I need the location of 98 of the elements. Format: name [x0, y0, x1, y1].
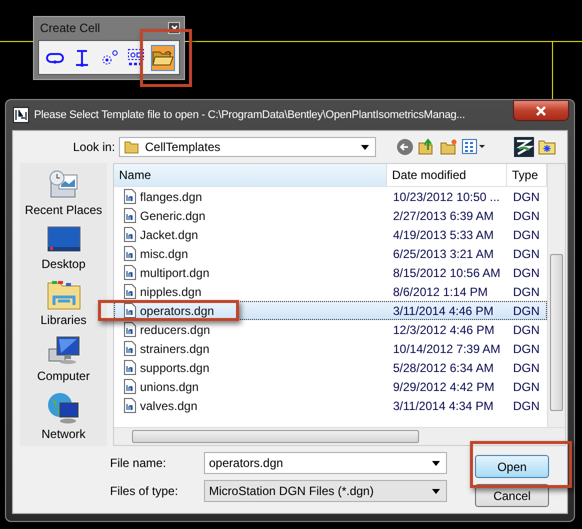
back-icon[interactable]: [396, 138, 414, 156]
file-name: valves.dgn: [140, 398, 198, 412]
file-name: strainers.dgn: [140, 342, 210, 356]
column-header[interactable]: Name: [114, 164, 387, 186]
file-icon: [124, 303, 136, 318]
network-icon[interactable]: [46, 391, 80, 425]
look-in-dropdown[interactable]: CellTemplates: [119, 137, 376, 157]
type-cell-text: DGN: [512, 266, 541, 280]
type-cell-text: DGN: [512, 284, 541, 298]
file-icon: [124, 284, 136, 299]
date-cell-text: 2/27/2013 6:39 AM: [392, 208, 495, 222]
file-name: operators.dgn: [140, 304, 214, 318]
type-cell-text: DGN: [512, 228, 541, 242]
file-name-field[interactable]: operators.dgn: [204, 452, 447, 474]
file-name-label: File name:: [110, 456, 168, 470]
place-label[interactable]: Desktop: [41, 257, 86, 271]
logo-icon[interactable]: [514, 137, 534, 157]
file-icon: [124, 341, 136, 356]
type-cell-text: DGN: [512, 380, 541, 394]
date-cell-text: 8/6/2012 1:14 PM: [392, 284, 489, 298]
file-icon: [124, 208, 136, 223]
type-cell-text: DGN: [512, 208, 541, 222]
file-row[interactable]: valves.dgn 3/11/2014 4:34 PM DGN: [114, 396, 547, 415]
date-cell-text: 4/19/2013 5:33 AM: [392, 228, 495, 242]
vertical-scrollbar[interactable]: [547, 164, 565, 427]
file-type-label: Files of type:: [110, 484, 180, 498]
close-icon: [535, 106, 547, 116]
folder-icon: [124, 140, 140, 154]
new-folder-icon[interactable]: [440, 138, 458, 156]
file-row[interactable]: flanges.dgn 10/23/2012 10:50 ... DGN: [114, 187, 547, 206]
beam-icon: [74, 48, 90, 66]
file-icon: [124, 246, 136, 261]
file-row[interactable]: supports.dgn 5/28/2012 6:34 AM DGN: [114, 358, 547, 377]
loop-icon: [45, 50, 65, 64]
date-cell-text: 9/29/2012 4:42 PM: [392, 380, 496, 394]
file-row[interactable]: multiport.dgn 8/15/2012 10:56 AM DGN: [114, 263, 547, 282]
file-row[interactable]: nipples.dgn 8/6/2012 1:14 PM DGN: [114, 282, 547, 301]
file-icon: [124, 379, 136, 394]
caret-icon: [432, 488, 440, 494]
file-icon: [124, 227, 136, 242]
libraries-icon[interactable]: [46, 279, 82, 311]
file-icon: [124, 360, 136, 375]
column-header[interactable]: Date modified: [387, 164, 507, 186]
file-name: Jacket.dgn: [140, 228, 198, 242]
selected-file-row[interactable]: operators.dgn 3/11/2014 4:46 PM DGN: [114, 301, 547, 320]
open-button[interactable]: Open: [475, 455, 549, 478]
date-cell-text: 10/14/2012 7:39 AM: [392, 342, 502, 356]
type-cell-text: DGN: [512, 190, 541, 204]
type-cell-text: DGN: [512, 322, 541, 336]
type-cell-text: DGN: [512, 246, 541, 260]
place-label[interactable]: Network: [41, 427, 86, 441]
file-name: multiport.dgn: [140, 266, 210, 280]
close-icon: [170, 24, 178, 32]
file-icon: [124, 322, 136, 337]
file-row[interactable]: Generic.dgn 2/27/2013 6:39 AM DGN: [114, 206, 547, 225]
type-cell-text: DGN: [512, 398, 541, 412]
file-icon: [124, 189, 136, 204]
computer-icon[interactable]: [46, 335, 80, 367]
place-label[interactable]: Libraries: [40, 313, 87, 327]
file-row[interactable]: unions.dgn 9/29/2012 4:42 PM DGN: [114, 377, 547, 396]
file-row[interactable]: reducers.dgn 12/3/2012 4:46 PM DGN: [114, 320, 547, 339]
date-cell-text: 3/11/2014 4:34 PM: [392, 398, 495, 412]
highlight-frame: [140, 29, 192, 87]
file-name: unions.dgn: [140, 380, 199, 394]
folder-icon: [152, 48, 174, 66]
file-name: nipples.dgn: [140, 284, 202, 298]
dialog-title: Please Select Template file to open - C:\ProgramData\Bentley\OpenPlantIsometricsManag...: [34, 109, 465, 121]
file-row[interactable]: Jacket.dgn 4/19/2013 5:33 AM DGN: [114, 225, 547, 244]
file-name: reducers.dgn: [140, 322, 210, 336]
file-icon: [124, 265, 136, 280]
file-row[interactable]: misc.dgn 6/25/2013 3:21 AM DGN: [114, 244, 547, 263]
caret-icon: [432, 460, 440, 466]
date-cell-text: 5/28/2012 6:34 AM: [392, 360, 495, 374]
file-name: Generic.dgn: [140, 208, 206, 222]
file-row[interactable]: strainers.dgn 10/14/2012 7:39 AM DGN: [114, 339, 547, 358]
folder-star-icon[interactable]: [538, 138, 556, 156]
type-cell-text: DGN: [512, 360, 541, 374]
date-cell-text: 12/3/2012 4:46 PM: [392, 322, 496, 336]
place-label[interactable]: Recent Places: [24, 203, 102, 217]
view-menu-icon[interactable]: [462, 139, 486, 155]
file-icon: [124, 398, 136, 413]
date-cell-text: 6/25/2013 3:21 AM: [392, 246, 495, 260]
horizontal-scrollbar[interactable]: [114, 427, 565, 445]
caret-icon: [361, 144, 369, 150]
type-cell-text: DGN: [512, 304, 541, 318]
toolbox-title: Create Cell: [40, 21, 100, 35]
close-button[interactable]: [513, 100, 569, 121]
open-folder-button[interactable]: [151, 44, 175, 70]
app-icon: [13, 107, 29, 123]
place-label[interactable]: Computer: [37, 369, 90, 383]
file-name: supports.dgn: [140, 360, 210, 374]
date-cell-text: 8/15/2012 10:56 AM: [392, 266, 502, 280]
file-name: misc.dgn: [140, 246, 188, 260]
file-type-dropdown[interactable]: MicroStation DGN Files (*.dgn): [204, 480, 447, 502]
type-cell-text: DGN: [512, 342, 541, 356]
date-cell-text: 3/11/2014 4:46 PM: [392, 304, 495, 318]
date-cell-text: 10/23/2012 10:50 ...: [392, 190, 501, 204]
file-name: flanges.dgn: [140, 190, 202, 204]
